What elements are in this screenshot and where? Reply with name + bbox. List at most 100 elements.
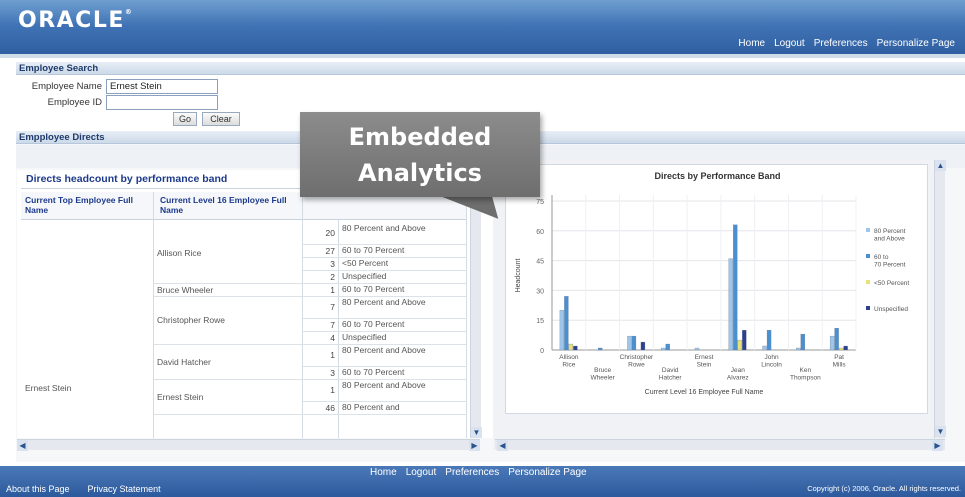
performance-band: Unspecified (342, 332, 387, 342)
performance-band: 60 to 70 Percent (342, 367, 405, 377)
home-link[interactable]: Home (738, 38, 765, 49)
x-tick-label: Ken Thompson (790, 367, 821, 382)
scroll-down-button[interactable]: ▼ (471, 427, 482, 438)
footer-left-links: About this Page Privacy Statement (6, 484, 161, 494)
headcount-value: 1 (330, 385, 335, 395)
headcount-value: 20 (325, 228, 335, 238)
go-button[interactable]: Go (173, 112, 197, 126)
x-tick-label: Ernest Stein (695, 354, 714, 369)
x-tick-label: John Lincoln (761, 354, 782, 369)
y-tick-label: 75 (536, 199, 544, 206)
header-bar: ORACLE® Home Logout Preferences Personal… (0, 0, 965, 58)
bar (728, 258, 733, 351)
performance-band: <50 Percent (342, 258, 389, 268)
privacy-statement-link[interactable]: Privacy Statement (88, 484, 161, 494)
legend-swatch (866, 280, 870, 284)
employee-name-cell: Allison Rice (157, 247, 202, 258)
about-page-link[interactable]: About this Page (6, 484, 70, 494)
clear-button[interactable]: Clear (202, 112, 240, 126)
bar (838, 347, 844, 351)
y-tick-label: 60 (536, 229, 544, 236)
bar (829, 335, 835, 351)
bar (564, 296, 569, 351)
bar (640, 341, 646, 351)
legend-swatch (866, 254, 870, 258)
table-title: Directs headcount by performance band (26, 173, 228, 185)
bar (766, 329, 772, 351)
x-tick-label: Bruce Wheeler (591, 367, 616, 382)
footer-logout-link[interactable]: Logout (406, 467, 437, 478)
logo-text: ORACLE (18, 8, 125, 33)
headcount-value: 4 (330, 332, 335, 343)
chart-vertical-scrollbar[interactable]: ▲ ▼ (934, 160, 946, 438)
performance-band: 60 to 70 Percent (342, 245, 405, 255)
performance-band: 80 Percent and Above (342, 297, 426, 307)
x-axis-label: Current Level 16 Employee Full Name (645, 389, 764, 396)
bar (843, 345, 848, 351)
chart-horizontal-scrollbar[interactable]: ◀ ▶ (495, 439, 945, 451)
chart-scroll-down-button[interactable]: ▼ (935, 426, 946, 437)
bar (573, 345, 578, 351)
performance-band: 60 to 70 Percent (342, 319, 405, 329)
y-tick-label: 45 (536, 259, 544, 266)
footer-preferences-link[interactable]: Preferences (445, 467, 499, 478)
bar (834, 327, 839, 351)
chart-scroll-right-button[interactable]: ▶ (932, 440, 943, 451)
employee-id-input[interactable] (106, 95, 218, 110)
x-tick-label: Christopher Rowe (620, 354, 654, 369)
headcount-value: 27 (325, 245, 335, 256)
legend-label: 60 to 70 Percent (874, 254, 906, 269)
col-level16-header: Current Level 16 Employee Full Name (160, 195, 287, 215)
employee-name-input[interactable] (106, 79, 218, 94)
x-tick-label: Allison Rice (559, 354, 579, 369)
chart-scroll-left-button[interactable]: ◀ (497, 440, 508, 451)
personalize-page-link[interactable]: Personalize Page (877, 38, 955, 49)
bar (762, 345, 767, 351)
headcount-value: 2 (330, 271, 335, 282)
headcount-value: 46 (325, 402, 335, 413)
scroll-left-button[interactable]: ◀ (17, 440, 28, 451)
performance-band: 80 Percent and (342, 402, 400, 412)
col-top-employee-header: Current Top Employee Full Name (25, 195, 133, 215)
employee-name-cell: Bruce Wheeler (157, 284, 214, 295)
headcount-value: 3 (330, 367, 335, 378)
employee-search-header: Employee Search (16, 62, 965, 75)
preferences-link[interactable]: Preferences (814, 38, 868, 49)
y-axis-label: Headcount (515, 259, 522, 293)
callout-line-2: Analytics (358, 159, 482, 187)
bar (742, 329, 747, 351)
row-divider (154, 414, 303, 415)
legend-swatch (866, 228, 870, 232)
bar (661, 347, 666, 351)
footer-links: Home Logout Preferences Personalize Page (370, 467, 587, 478)
chart-scroll-up-button[interactable]: ▲ (935, 160, 946, 171)
row-divider (154, 344, 303, 345)
headcount-value: 1 (330, 350, 335, 360)
callout-line-1: Embedded (348, 123, 492, 151)
chart-panel: Directs by Performance Band 0 15 30 45 60 75 H… (493, 160, 946, 450)
row-divider (154, 296, 303, 297)
employee-name-cell: Ernest Stein (157, 391, 204, 402)
column-divider (153, 192, 154, 438)
performance-band: 80 Percent and Above (342, 223, 426, 233)
legend-label: <50 Percent (874, 280, 909, 287)
scroll-right-button[interactable]: ▶ (469, 440, 480, 451)
legend-swatch (866, 306, 870, 310)
y-tick-label: 15 (536, 318, 544, 325)
column-divider (338, 220, 339, 438)
chart-box: Directs by Performance Band 0 15 30 45 60 75 H… (505, 164, 928, 414)
performance-band: 80 Percent and Above (342, 380, 426, 390)
logout-link[interactable]: Logout (774, 38, 805, 49)
employee-name-label: Employee Name (31, 81, 102, 92)
headcount-table-panel: Directs headcount by performance band Cu… (17, 170, 495, 438)
x-tick-label: Pat Mills (833, 354, 847, 369)
performance-band: 60 to 70 Percent (342, 284, 405, 294)
column-divider (466, 192, 467, 438)
bar (559, 310, 565, 351)
footer-personalize-link[interactable]: Personalize Page (508, 467, 586, 478)
headcount-value: 7 (330, 302, 335, 312)
headcount-value: 3 (330, 258, 335, 269)
bar-chart: 0 15 30 45 60 75 Headcount Allison Rice Bruce Whee… (515, 195, 909, 396)
footer-home-link[interactable]: Home (370, 467, 397, 478)
table-horizontal-scrollbar[interactable]: ◀ ▶ (17, 439, 480, 451)
